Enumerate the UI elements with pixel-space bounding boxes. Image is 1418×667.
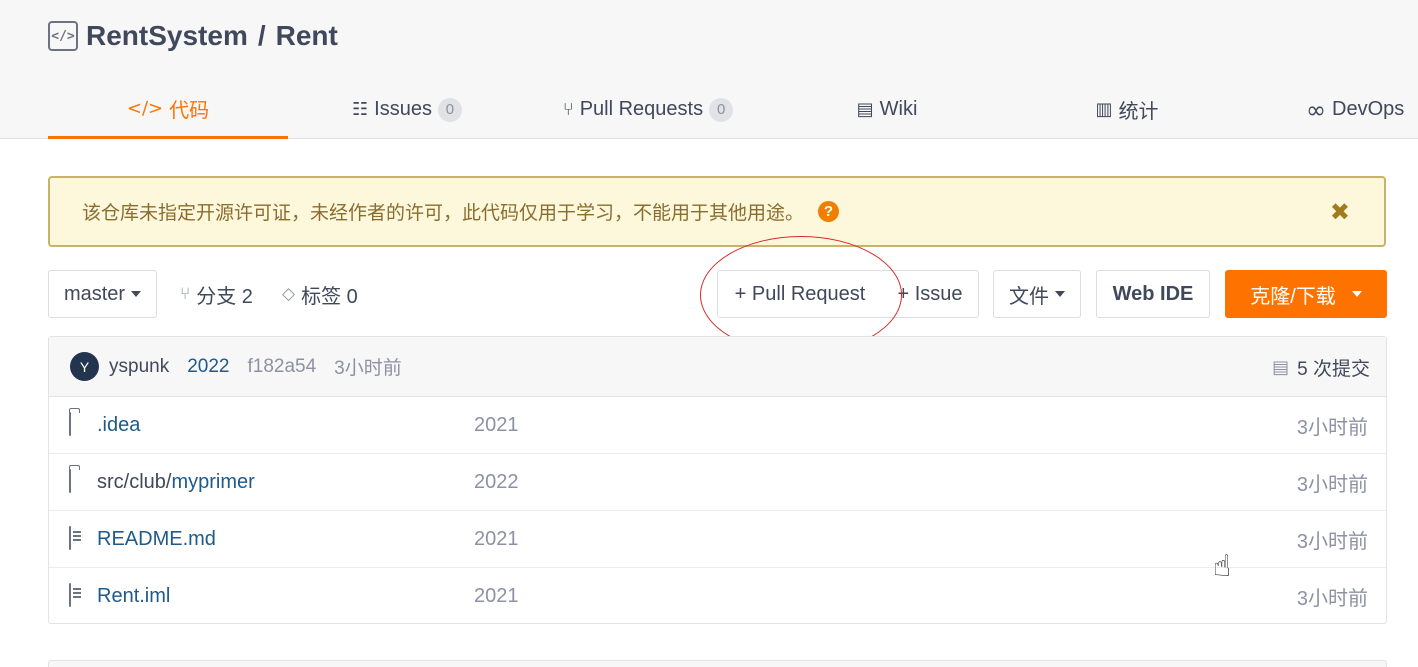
issues-icon: ☷ [352, 99, 369, 120]
file-name-link[interactable]: .idea [97, 414, 140, 437]
table-row[interactable]: Rent.iml 2021 3小时前 [49, 568, 1386, 625]
commit-author[interactable]: yspunk [109, 356, 169, 378]
pull-requests-count-badge: 0 [709, 97, 734, 122]
tags-link[interactable]: ◇ 标签 0 [282, 270, 358, 318]
file-commit-message[interactable]: 2022 [474, 471, 519, 494]
chevron-down-icon [131, 291, 142, 297]
repo-toolbar: master ⑂ 分支 2 ◇ 标签 0 + Pull Request + Is… [48, 270, 1387, 318]
repo-name-link[interactable]: Rent [276, 20, 338, 52]
files-dropdown-button[interactable]: 文件 [993, 270, 1081, 318]
latest-commit-bar: Y yspunk 2022 f182a54 3小时前 ▤ 5 次提交 [49, 337, 1386, 397]
file-commit-time: 3小时前 [1296, 473, 1368, 496]
readme-panel-edge [48, 660, 1387, 667]
bar-chart-icon: ▥ [1095, 99, 1113, 120]
tab-pull-requests-label: Pull Requests [579, 98, 704, 120]
new-pull-request-button[interactable]: + Pull Request [717, 270, 883, 318]
clone-download-label: 克隆/下载 [1250, 285, 1336, 308]
file-icon [69, 583, 81, 607]
commits-count-label: 5 次提交 [1297, 358, 1370, 380]
repo-tabs: </> 代码 ☷ Issues 0 ⑂ Pull Requests 0 ▤ Wi… [48, 80, 1418, 139]
branches-label: 分支 2 [196, 285, 253, 308]
tab-code[interactable]: </> 代码 [48, 80, 288, 139]
file-list: Y yspunk 2022 f182a54 3小时前 ▤ 5 次提交 .idea… [48, 336, 1387, 624]
commits-count-link[interactable]: ▤ 5 次提交 [1272, 337, 1370, 397]
table-row[interactable]: .idea 2021 3小时前 [49, 397, 1386, 454]
folder-icon [69, 469, 71, 493]
book-icon: ▤ [856, 99, 874, 120]
question-icon[interactable]: ? [818, 201, 840, 222]
file-commit-message[interactable]: 2021 [474, 585, 519, 608]
hand-pointer-cursor-icon: ☝ [1213, 550, 1232, 583]
web-ide-button[interactable]: Web IDE [1096, 270, 1210, 318]
table-row[interactable]: README.md 2021 3小时前 [49, 511, 1386, 568]
file-commit-time: 3小时前 [1296, 416, 1368, 439]
license-notice: 该仓库未指定开源许可证，未经作者的许可，此代码仅用于学习，不能用于其他用途。 ?… [48, 176, 1386, 247]
files-dropdown-label: 文件 [1009, 285, 1049, 308]
code-icon: </> [126, 97, 164, 119]
clone-download-button[interactable]: 克隆/下载 [1225, 270, 1387, 318]
file-name-link[interactable]: src/club/myprimer [97, 471, 255, 494]
repo-separator: / [257, 20, 266, 51]
tags-label: 标签 0 [301, 285, 358, 308]
license-notice-text: 该仓库未指定开源许可证，未经作者的许可，此代码仅用于学习，不能用于其他用途。 [82, 203, 805, 224]
tab-issues-label: Issues [374, 98, 432, 120]
tag-icon: ◇ [282, 284, 296, 303]
infinity-icon: ∞ [1306, 95, 1326, 124]
file-name-link[interactable]: README.md [97, 528, 216, 551]
tab-wiki-label: Wiki [879, 98, 918, 120]
tab-stats[interactable]: ▥ 统计 [1092, 80, 1162, 139]
folder-icon [69, 412, 71, 436]
avatar[interactable]: Y [70, 352, 99, 381]
file-name-link[interactable]: Rent.iml [97, 585, 170, 608]
file-commit-message[interactable]: 2021 [474, 528, 519, 551]
branch-select-value: master [63, 282, 126, 305]
tab-devops-label: DevOps [1332, 98, 1405, 120]
repo-owner-link[interactable]: RentSystem [86, 20, 248, 52]
document-list-icon: ▤ [1272, 356, 1290, 377]
branch-select[interactable]: master [48, 270, 157, 318]
new-issue-button[interactable]: + Issue [882, 270, 979, 318]
branches-link[interactable]: ⑂ 分支 2 [180, 270, 253, 318]
file-icon [69, 526, 81, 550]
code-brackets-icon: </> [48, 21, 78, 51]
tab-devops[interactable]: ∞ DevOps [1306, 80, 1418, 139]
file-commit-message[interactable]: 2021 [474, 414, 519, 437]
commit-time: 3小时前 [334, 358, 402, 379]
commit-message[interactable]: 2022 [187, 356, 229, 378]
table-row[interactable]: src/club/myprimer 2022 3小时前 [49, 454, 1386, 511]
tab-issues[interactable]: ☷ Issues 0 [348, 80, 466, 139]
file-commit-time: 3小时前 [1296, 530, 1368, 553]
chevron-down-icon [1055, 291, 1065, 297]
chevron-down-icon [1351, 291, 1362, 297]
tab-code-label: 代码 [169, 99, 210, 122]
tab-pull-requests[interactable]: ⑂ Pull Requests 0 [556, 80, 740, 139]
issues-count-badge: 0 [437, 97, 462, 122]
repo-header: </> RentSystem / Rent </> 代码 ☷ Issues 0 … [0, 0, 1418, 139]
tab-wiki[interactable]: ▤ Wiki [852, 80, 922, 139]
repo-title: </> RentSystem / Rent [48, 20, 338, 52]
close-icon[interactable]: ✖ [1330, 198, 1350, 227]
tab-stats-label: 统计 [1118, 101, 1159, 123]
pull-request-icon: ⑂ [562, 99, 574, 120]
branch-icon: ⑂ [180, 284, 191, 303]
file-commit-time: 3小时前 [1296, 588, 1368, 610]
commit-hash[interactable]: f182a54 [247, 356, 316, 378]
